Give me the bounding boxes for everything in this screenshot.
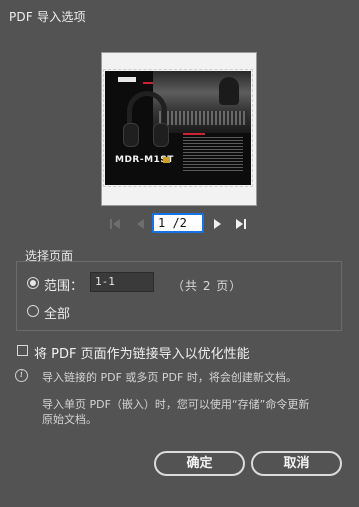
last-page-icon[interactable] bbox=[234, 217, 248, 231]
next-page-icon[interactable] bbox=[210, 217, 224, 231]
info-icon: i bbox=[15, 369, 28, 382]
previous-page-icon[interactable] bbox=[134, 217, 148, 231]
brand-logo bbox=[118, 77, 136, 82]
studio-photo bbox=[153, 71, 251, 133]
page-number-input[interactable]: 1 /2 bbox=[152, 213, 204, 233]
import-as-link-checkbox[interactable] bbox=[17, 345, 28, 356]
select-pages-label: 选择页面 bbox=[25, 249, 74, 263]
title-bar: PDF 导入选项 bbox=[0, 0, 359, 30]
info-note-line3: 原始文档。 bbox=[42, 413, 97, 426]
first-page-icon[interactable] bbox=[108, 217, 122, 231]
all-pages-label: 全部 bbox=[44, 307, 71, 322]
preview-thumbnail-image: MDR-M1ST bbox=[103, 69, 253, 187]
ok-button[interactable]: 确定 bbox=[154, 451, 245, 476]
total-pages-text: （共 2 页） bbox=[172, 279, 243, 293]
info-note-line2: 导入单页 PDF（嵌入）时，您可以使用“存储”命令更新 bbox=[42, 398, 310, 411]
range-radio[interactable] bbox=[27, 277, 39, 289]
page-preview: MDR-M1ST bbox=[101, 52, 257, 206]
window-title: PDF 导入选项 bbox=[9, 10, 86, 24]
import-as-link-label: 将 PDF 页面作为链接导入以优化性能 bbox=[34, 347, 250, 362]
range-input[interactable]: 1-1 bbox=[90, 272, 154, 292]
info-note-line1: 导入链接的 PDF 或多页 PDF 时，将会创建新文档。 bbox=[42, 371, 297, 384]
range-label: 范围： bbox=[44, 279, 84, 294]
all-pages-radio[interactable] bbox=[27, 305, 39, 317]
cancel-button[interactable]: 取消 bbox=[251, 451, 342, 476]
